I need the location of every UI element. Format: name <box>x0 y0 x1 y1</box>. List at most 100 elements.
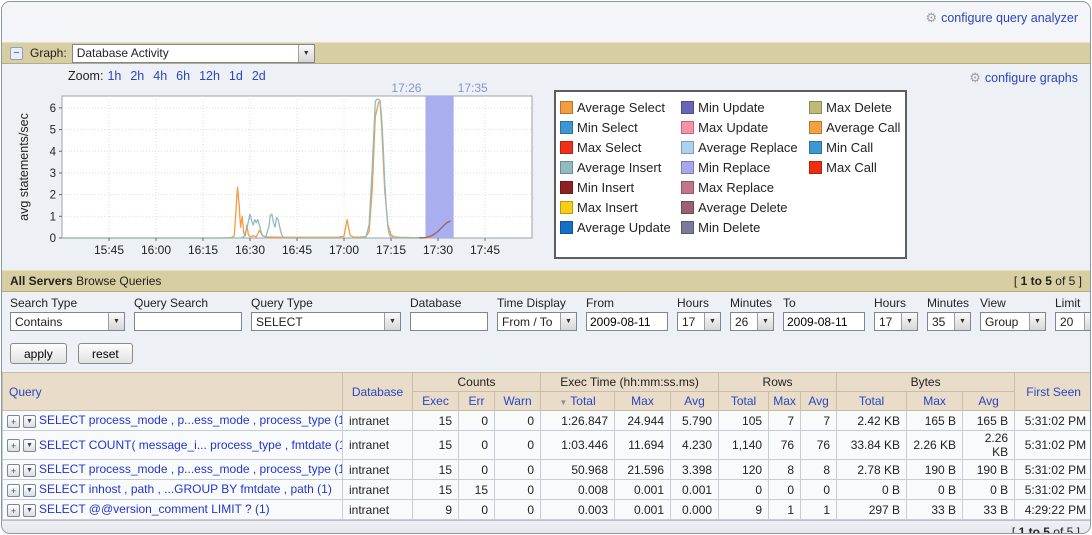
to-hours-select[interactable]: 17▼ <box>874 312 918 331</box>
col-header-exec[interactable]: Exec <box>413 392 459 411</box>
row-menu-button[interactable]: ▼ <box>23 464 36 477</box>
cell-bytes-total: 33.84 KB <box>837 431 907 460</box>
cell-bytes-max: 190 B <box>907 460 963 480</box>
reset-button[interactable]: reset <box>78 343 133 364</box>
legend-item: Max Select <box>560 137 681 157</box>
configure-query-analyzer-link[interactable]: ⚙ configure query analyzer <box>925 10 1078 26</box>
query-type-select[interactable]: SELECT▼ <box>251 312 401 331</box>
row-menu-button[interactable]: ▼ <box>23 484 36 497</box>
filter-to-hours: Hours 17▼ <box>874 296 918 331</box>
cell-rows-max: 0 <box>769 480 801 500</box>
col-header-bytes-avg[interactable]: Avg <box>963 392 1015 411</box>
cell-time-total: 1:03.446 <box>541 431 615 460</box>
collapse-graph-button[interactable]: − <box>10 47 23 60</box>
cell-database: intranet <box>343 411 413 431</box>
svg-text:17:15: 17:15 <box>376 243 406 257</box>
graph-select[interactable]: Database Activity ▼ <box>72 44 315 63</box>
svg-text:15:45: 15:45 <box>94 243 124 257</box>
col-header-time-avg[interactable]: Avg <box>671 392 719 411</box>
legend-item: Average Update <box>560 217 681 237</box>
col-header-rows-total[interactable]: Total <box>719 392 769 411</box>
col-header-database[interactable]: Database <box>343 373 413 411</box>
row-menu-button[interactable]: ▼ <box>23 504 36 517</box>
legend-label: Max Replace <box>698 180 774 195</box>
zoom-link-2d[interactable]: 2d <box>252 69 266 83</box>
col-header-time-total[interactable]: ▼Total <box>541 392 615 411</box>
from-minutes-select[interactable]: 26▼ <box>730 312 774 331</box>
zoom-link-6h[interactable]: 6h <box>176 69 190 83</box>
zoom-link-2h[interactable]: 2h <box>130 69 144 83</box>
gear-icon: ⚙ <box>969 70 981 86</box>
query-link[interactable]: SELECT @@version_comment LIMIT ? <box>39 502 252 516</box>
zoom-link-12h[interactable]: 12h <box>199 69 220 83</box>
chevron-down-icon: ▼ <box>560 313 576 330</box>
query-link[interactable]: SELECT process_mode , p...ess_mode , pro… <box>39 413 331 427</box>
row-menu-button[interactable]: ▼ <box>23 415 36 428</box>
query-count: (1) <box>331 462 343 476</box>
row-menu-button[interactable]: ▼ <box>23 439 36 452</box>
chevron-down-icon: ▼ <box>704 313 720 330</box>
cell-database: intranet <box>343 500 413 520</box>
from-date-input[interactable] <box>586 312 668 331</box>
col-header-first-seen[interactable]: First Seen <box>1015 373 1091 411</box>
expand-button[interactable]: + <box>7 415 20 428</box>
expand-button[interactable]: + <box>7 484 20 497</box>
database-input[interactable] <box>410 312 488 331</box>
limit-select[interactable]: 20▼ <box>1055 312 1091 331</box>
query-cell: +▼SELECT @@version_comment LIMIT ? (1) <box>3 500 343 520</box>
col-header-err[interactable]: Err <box>459 392 495 411</box>
legend-label: Max Call <box>826 160 877 175</box>
query-link[interactable]: SELECT inhost , path , ...GROUP BY fmtda… <box>39 482 314 496</box>
from-hours-select[interactable]: 17▼ <box>677 312 721 331</box>
legend-swatch-icon <box>681 161 694 174</box>
graph-section: Zoom:1h2h4h6h12h1d2d ⚙ configure graphs … <box>2 64 1090 270</box>
svg-text:17:00: 17:00 <box>329 243 359 257</box>
legend-item: Average Replace <box>681 137 809 157</box>
configure-graphs-link[interactable]: ⚙ configure graphs <box>969 70 1078 86</box>
cell-time-avg: 0.001 <box>671 480 719 500</box>
zoom-link-1d[interactable]: 1d <box>229 69 243 83</box>
table-row: +▼SELECT @@version_comment LIMIT ? (1)in… <box>3 500 1092 520</box>
time-display-select[interactable]: From / To▼ <box>497 312 577 331</box>
cell-bytes-avg: 190 B <box>963 460 1015 480</box>
zoom-link-4h[interactable]: 4h <box>153 69 167 83</box>
col-header-rows-avg[interactable]: Avg <box>801 392 837 411</box>
legend-label: Max Delete <box>826 100 892 115</box>
svg-text:5: 5 <box>50 125 56 137</box>
cell-bytes-total: 2.42 KB <box>837 411 907 431</box>
col-header-query[interactable]: Query <box>3 373 343 411</box>
legend-swatch-icon <box>809 101 822 114</box>
graph-header-bar: − Graph: Database Activity ▼ <box>2 42 1090 64</box>
svg-text:16:30: 16:30 <box>235 243 265 257</box>
search-type-select[interactable]: Contains▼ <box>10 312 125 331</box>
col-header-rows-max[interactable]: Max <box>769 392 801 411</box>
expand-button[interactable]: + <box>7 439 20 452</box>
legend-item: Max Call <box>809 157 901 177</box>
chart-legend: Average SelectMin SelectMax SelectAverag… <box>554 90 907 259</box>
to-date-input[interactable] <box>783 312 865 331</box>
cell-rows-max: 8 <box>769 460 801 480</box>
activity-chart[interactable]: 17:2617:35012345615:4516:0016:1516:3016:… <box>16 82 548 265</box>
time-selection-band[interactable] <box>425 96 453 238</box>
apply-button[interactable]: apply <box>10 343 67 364</box>
col-header-bytes-total[interactable]: Total <box>837 392 907 411</box>
expand-button[interactable]: + <box>7 504 20 517</box>
legend-swatch-icon <box>560 201 573 214</box>
query-link[interactable]: SELECT COUNT( message_i... process_type … <box>39 438 332 452</box>
query-link[interactable]: SELECT process_mode , p...ess_mode , pro… <box>39 462 331 476</box>
zoom-link-1h[interactable]: 1h <box>107 69 121 83</box>
col-header-time-max[interactable]: Max <box>615 392 671 411</box>
cell-rows-avg: 76 <box>801 431 837 460</box>
to-minutes-select[interactable]: 35▼ <box>927 312 971 331</box>
query-search-input[interactable] <box>134 312 242 331</box>
chevron-down-icon: ▼ <box>1029 313 1045 330</box>
col-header-bytes-max[interactable]: Max <box>907 392 963 411</box>
legend-label: Average Call <box>826 120 900 135</box>
svg-text:2: 2 <box>50 190 56 202</box>
legend-swatch-icon <box>809 141 822 154</box>
expand-button[interactable]: + <box>7 464 20 477</box>
col-header-warn[interactable]: Warn <box>495 392 541 411</box>
legend-label: Min Replace <box>698 160 770 175</box>
view-select[interactable]: Group▼ <box>980 312 1046 331</box>
cell-bytes-total: 297 B <box>837 500 907 520</box>
